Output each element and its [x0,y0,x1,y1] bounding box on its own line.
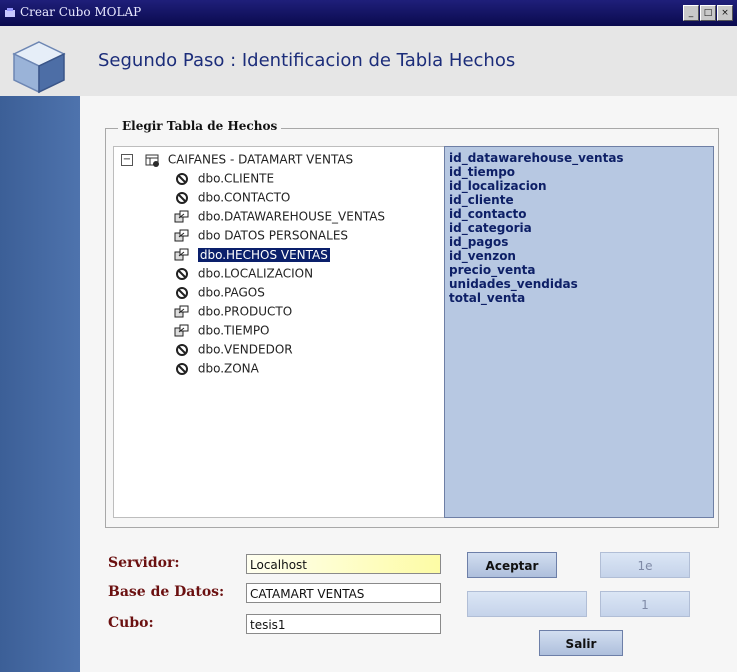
window-title: Crear Cubo MOLAP [20,5,142,19]
cubo-label: Cubo: [108,615,154,631]
column-item[interactable]: id_localizacion [449,179,547,193]
close-button[interactable]: × [717,5,733,21]
tree-item-label: dbo.PRODUCTO [197,304,293,319]
cubo-field[interactable]: tesis1 [246,614,441,634]
servidor-field[interactable]: Localhost [246,554,441,574]
cube-icon [12,41,66,94]
page-title: Segundo Paso : Identificacion de Tabla H… [98,50,516,71]
column-list[interactable]: id_datawarehouse_ventas id_tiempo id_loc… [444,146,714,518]
tree-item-label: dbo.PAGOS [197,285,265,300]
column-item[interactable]: id_datawarehouse_ventas [449,151,624,165]
tree-item-datawarehouse-ventas[interactable]: dbo.DATAWAREHOUSE_VENTAS [174,207,385,225]
table-link-icon [174,229,189,241]
table-link-icon [174,324,189,336]
tree-item-label: dbo.TIEMPO [197,323,270,338]
servidor-label: Servidor: [108,555,180,571]
base-datos-label: Base de Datos: [108,584,225,600]
column-item[interactable]: id_tiempo [449,165,515,179]
database-icon [145,154,159,167]
tree-item-label: dbo.LOCALIZACION [197,266,314,281]
table-link-icon [174,210,189,222]
tree-item-label: dbo.ZONA [197,361,259,376]
table-link-icon [174,305,189,317]
tree-item-tiempo[interactable]: dbo.TIEMPO [174,321,270,339]
table-broken-icon [176,267,188,280]
tree-item-zona[interactable]: dbo.ZONA [174,359,259,377]
tree-item-label: dbo.CLIENTE [197,171,275,186]
tree-item-label: dbo DATOS PERSONALES [197,228,349,243]
tree-item-cliente[interactable]: dbo.CLIENTE [174,169,274,187]
tree-item-pagos[interactable]: dbo.PAGOS [174,283,265,301]
tree-item-label: dbo.CONTACTO [197,190,291,205]
table-broken-icon [176,343,188,356]
column-item[interactable]: id_contacto [449,207,527,221]
tree-root-label: CAIFANES - DATAMART VENTAS [167,152,354,167]
table-broken-icon [176,286,188,299]
app-icon [5,8,15,17]
tree-item-datos-personales[interactable]: dbo DATOS PERSONALES [174,226,348,244]
maximize-button[interactable]: □ [700,5,716,21]
minimize-button[interactable]: _ [683,5,699,21]
table-tree-view[interactable]: − CAIFANES - DATAMART VENTAS dbo.CLIENTE… [113,146,445,518]
tree-item-hechos-ventas[interactable]: dbo.HECHOS VENTAS [174,245,330,263]
column-item[interactable]: id_cliente [449,193,514,207]
tree-item-localizacion[interactable]: dbo.LOCALIZACION [174,264,313,282]
column-item[interactable]: id_categoria [449,221,532,235]
tree-item-contacto[interactable]: dbo.CONTACTO [174,188,290,206]
table-link-icon [174,248,189,260]
side-strip [0,26,80,672]
column-item[interactable]: total_venta [449,291,525,305]
salir-button[interactable]: Salir [539,630,623,656]
table-broken-icon [176,362,188,375]
groupbox-legend: Elegir Tabla de Hechos [118,119,282,133]
base-datos-field[interactable]: CATAMART VENTAS [246,583,441,603]
molap-wizard-window: Crear Cubo MOLAP _ □ × Segundo Paso : Id… [0,0,737,672]
column-item[interactable]: id_venzon [449,249,516,263]
tree-item-vendedor[interactable]: dbo.VENDEDOR [174,340,293,358]
aceptar-button[interactable]: Aceptar [467,552,557,578]
tree-item-label: dbo.VENDEDOR [197,342,293,357]
column-item[interactable]: precio_venta [449,263,535,277]
tree-collapse-toggle[interactable]: − [121,154,133,166]
disabled-button[interactable] [467,591,587,617]
table-broken-icon [176,191,188,204]
column-item[interactable]: id_pagos [449,235,508,249]
tree-item-label: dbo.HECHOS VENTAS [197,247,330,262]
tree-item-label: dbo.DATAWAREHOUSE_VENTAS [197,209,386,224]
title-bar[interactable]: Crear Cubo MOLAP _ □ × [0,0,737,26]
secondary-button[interactable]: 1e [600,552,690,578]
tree-item-producto[interactable]: dbo.PRODUCTO [174,302,292,320]
tree-root-node[interactable]: CAIFANES - DATAMART VENTAS [144,150,353,168]
column-item[interactable]: unidades_vendidas [449,277,578,291]
table-broken-icon [176,172,188,185]
disabled-button-2[interactable]: 1 [600,591,690,617]
